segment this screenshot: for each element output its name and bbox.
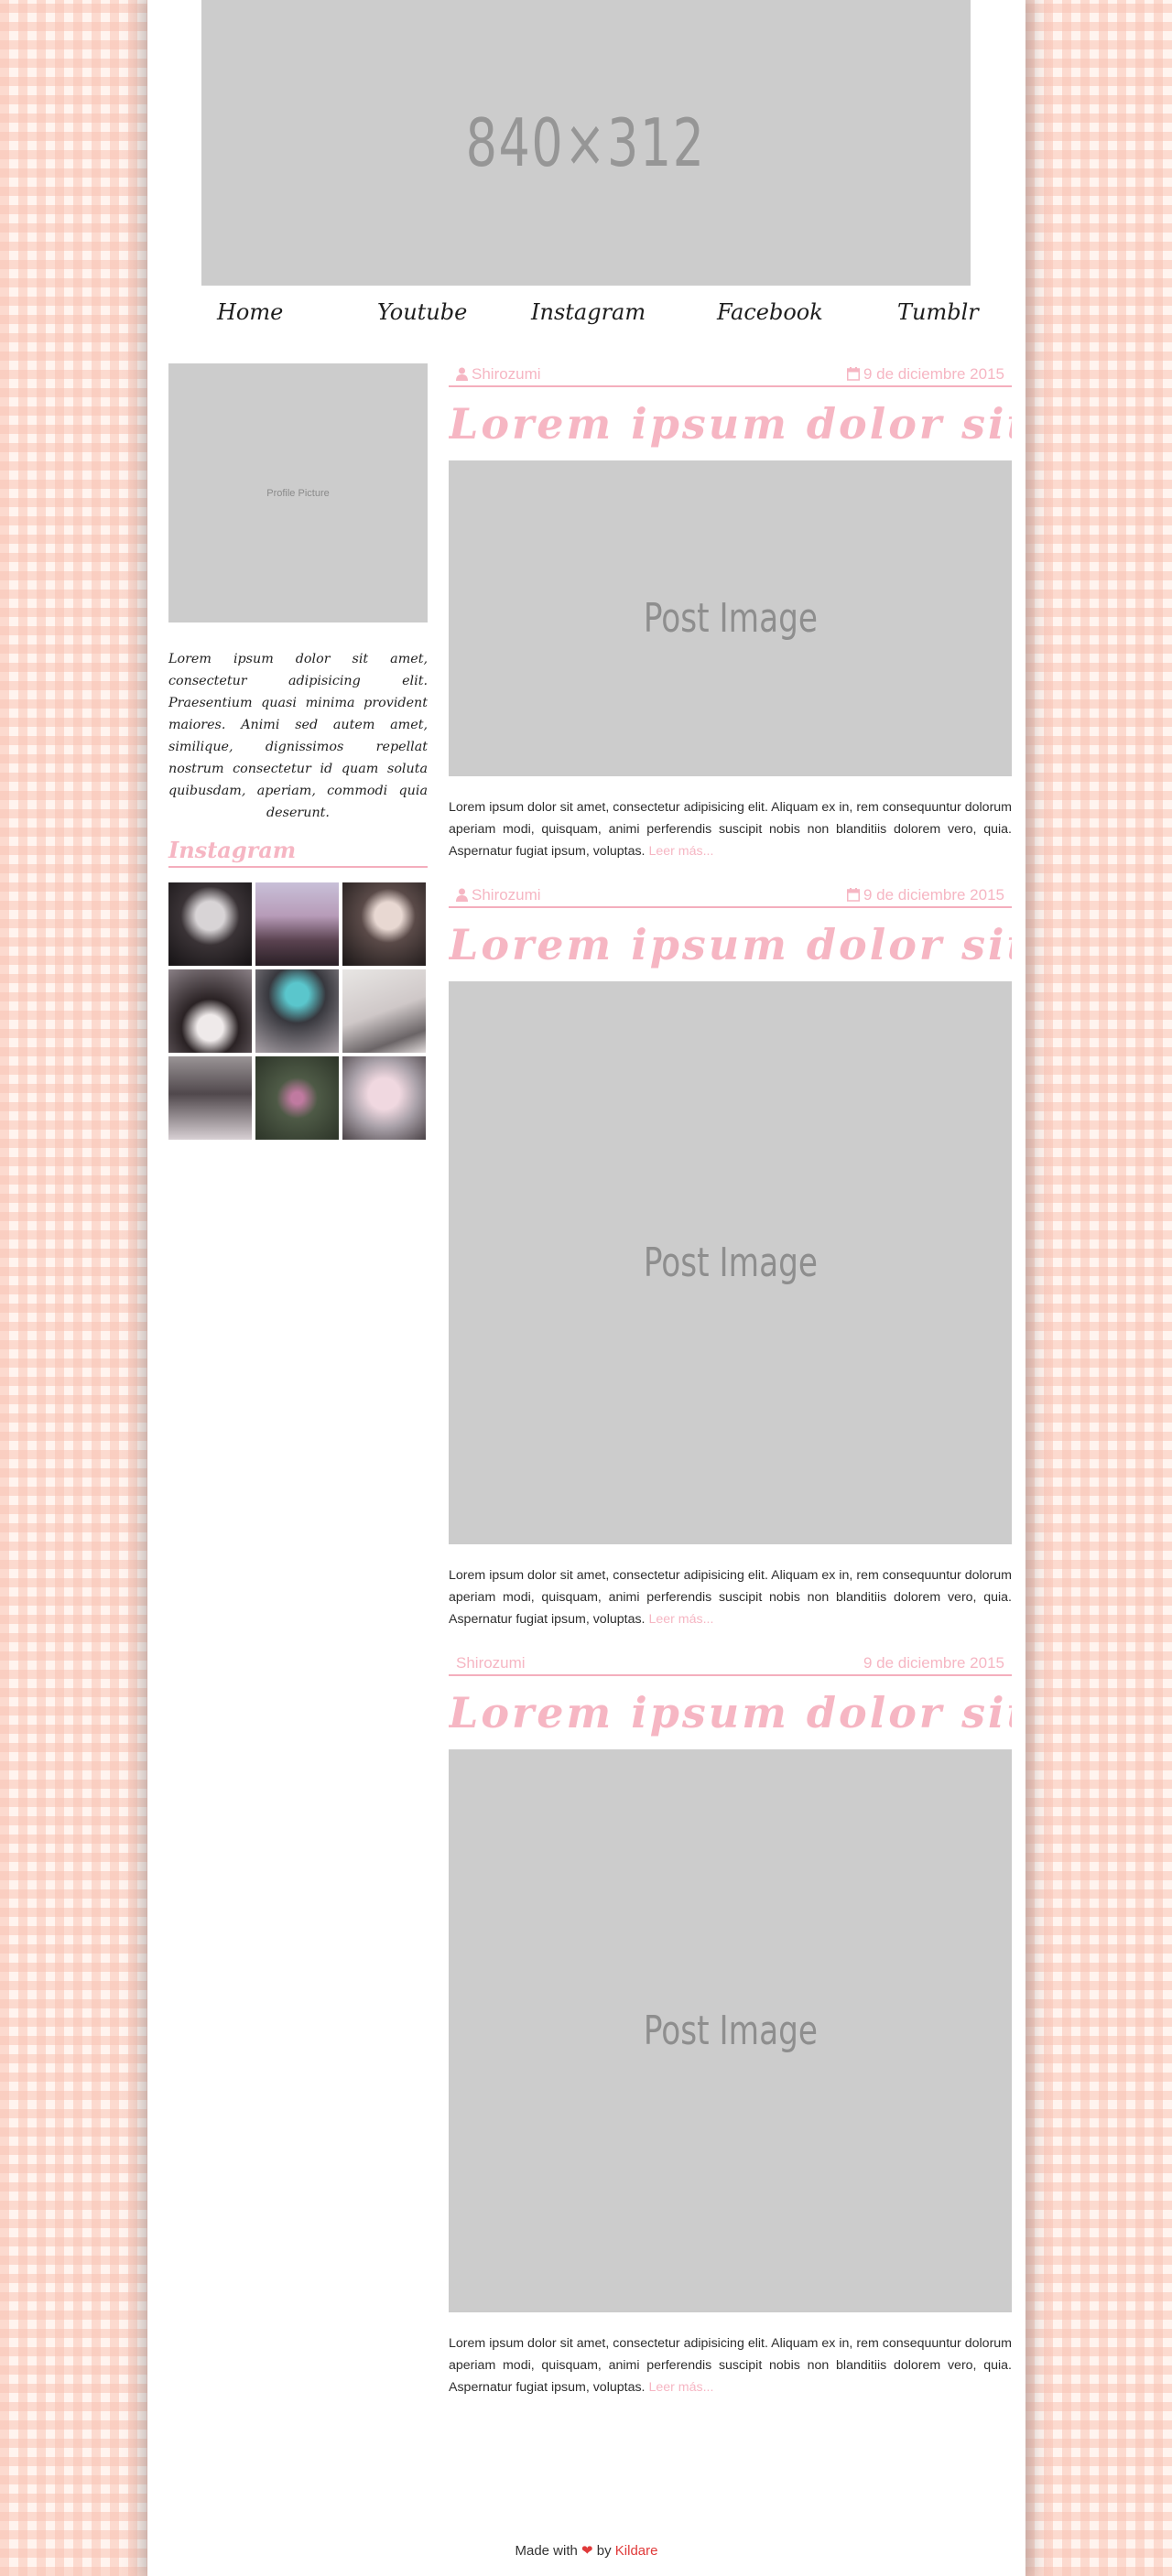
post-excerpt: Lorem ipsum dolor sit amet, consectetur … xyxy=(449,1564,1012,1630)
heart-icon: ❤ xyxy=(581,2543,593,2559)
instagram-grid xyxy=(168,882,428,1140)
bio-text: Lorem ipsum dolor sit amet, consectetur … xyxy=(168,652,428,820)
footer: Made with ❤ by Kildare xyxy=(147,2542,1026,2559)
post-excerpt-text: Lorem ipsum dolor sit amet, consectetur … xyxy=(449,2336,1012,2395)
banner-placeholder-text: 840×312 xyxy=(466,104,706,181)
post-title[interactable]: Lorem ipsum dolor sit amet xyxy=(449,908,1012,981)
instagram-photo[interactable] xyxy=(342,1056,426,1140)
post-title[interactable]: Lorem ipsum dolor sit amet xyxy=(449,387,1012,460)
post: Shirozumi 9 de diciembre 2015 Lorem ipsu… xyxy=(449,363,1012,862)
read-more-link[interactable]: Leer más... xyxy=(648,1612,713,1627)
post-date-text: 9 de diciembre 2015 xyxy=(863,886,1004,904)
post-date-text: 9 de diciembre 2015 xyxy=(863,365,1004,383)
post-date: 9 de diciembre 2015 xyxy=(846,365,1004,384)
instagram-heading: Instagram xyxy=(168,837,428,868)
post-excerpt-text: Lorem ipsum dolor sit amet, consectetur … xyxy=(449,1568,1012,1627)
instagram-photo[interactable] xyxy=(168,1056,252,1140)
post-image: Post Image xyxy=(449,460,1012,776)
read-more-link[interactable]: Leer más... xyxy=(648,844,713,859)
user-icon xyxy=(456,367,468,381)
post-meta: Shirozumi 9 de diciembre 2015 xyxy=(449,884,1012,908)
post: Shirozumi 9 de diciembre 2015 Lorem ipsu… xyxy=(449,1652,1012,2398)
post-image-placeholder: Post Image xyxy=(643,2008,818,2054)
post-image: Post Image xyxy=(449,1749,1012,2312)
nav-youtube[interactable]: Youtube xyxy=(377,299,467,325)
page-container: 840×312 Home Youtube Instagram Facebook … xyxy=(147,0,1026,2576)
main-nav: Home Youtube Instagram Facebook Tumblr xyxy=(147,299,1026,336)
post-excerpt-text: Lorem ipsum dolor sit amet, consectetur … xyxy=(449,800,1012,859)
user-icon xyxy=(456,888,468,902)
post-author-name: Shirozumi xyxy=(472,886,541,904)
post-date: 9 de diciembre 2015 xyxy=(846,886,1004,904)
profile-picture-label: Profile Picture xyxy=(266,487,330,499)
calendar-icon xyxy=(846,888,860,902)
post-list: Shirozumi 9 de diciembre 2015 Lorem ipsu… xyxy=(449,363,1012,2398)
post-date-text: 9 de diciembre 2015 xyxy=(863,1654,1004,1672)
sidebar: Profile Picture Lorem ipsum dolor sit am… xyxy=(168,363,428,1140)
post-author[interactable]: Shirozumi xyxy=(456,1654,526,1672)
nav-facebook[interactable]: Facebook xyxy=(717,299,823,325)
post-author[interactable]: Shirozumi xyxy=(456,886,541,904)
post-excerpt: Lorem ipsum dolor sit amet, consectetur … xyxy=(449,2332,1012,2398)
footer-by: by xyxy=(596,2543,612,2559)
nav-home[interactable]: Home xyxy=(217,299,283,325)
post-meta: Shirozumi 9 de diciembre 2015 xyxy=(449,363,1012,387)
instagram-photo[interactable] xyxy=(168,969,252,1053)
calendar-icon xyxy=(846,367,860,381)
post-excerpt: Lorem ipsum dolor sit amet, consectetur … xyxy=(449,796,1012,862)
post-image: Post Image xyxy=(449,981,1012,1544)
post-title[interactable]: Lorem ipsum dolor sit amet xyxy=(449,1676,1012,1749)
instagram-photo[interactable] xyxy=(255,1056,339,1140)
footer-prefix: Made with xyxy=(515,2543,578,2559)
instagram-photo[interactable] xyxy=(255,969,339,1053)
instagram-photo[interactable] xyxy=(342,882,426,966)
header-banner: 840×312 xyxy=(201,0,971,286)
post-image-placeholder: Post Image xyxy=(643,595,818,642)
post-date: 9 de diciembre 2015 xyxy=(863,1654,1004,1672)
nav-tumblr[interactable]: Tumblr xyxy=(897,299,979,325)
footer-author-link[interactable]: Kildare xyxy=(615,2543,658,2559)
post-image-placeholder: Post Image xyxy=(643,1239,818,1286)
nav-instagram[interactable]: Instagram xyxy=(531,299,646,325)
instagram-photo[interactable] xyxy=(342,969,426,1053)
post-author-name: Shirozumi xyxy=(456,1654,526,1672)
read-more-link[interactable]: Leer más... xyxy=(648,2380,713,2395)
post-meta: Shirozumi 9 de diciembre 2015 xyxy=(449,1652,1012,1676)
post-author-name: Shirozumi xyxy=(472,365,541,383)
instagram-photo[interactable] xyxy=(255,882,339,966)
instagram-photo[interactable] xyxy=(168,882,252,966)
post: Shirozumi 9 de diciembre 2015 Lorem ipsu… xyxy=(449,884,1012,1630)
post-author[interactable]: Shirozumi xyxy=(456,365,541,384)
profile-picture: Profile Picture xyxy=(168,363,428,622)
